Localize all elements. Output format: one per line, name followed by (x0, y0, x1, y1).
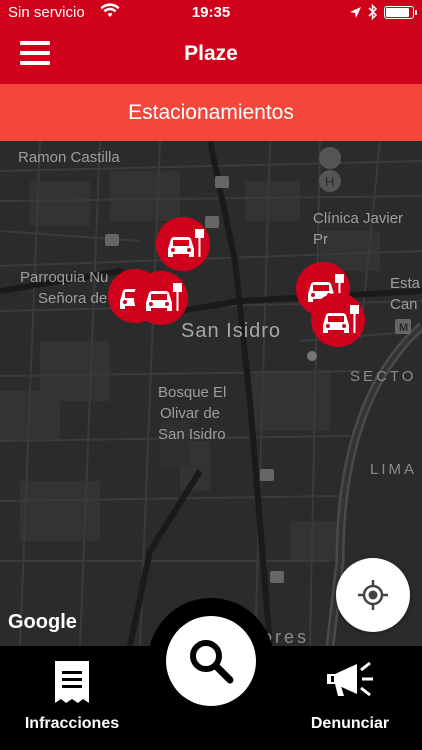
battery-fill (386, 7, 409, 17)
parking-marker[interactable] (156, 217, 210, 271)
map-view[interactable]: H Ramon Castilla Clínica Javier Pr Parro… (0, 141, 422, 646)
receipt-icon (55, 661, 89, 703)
location-arrow-icon (350, 6, 361, 18)
parking-car-marker-icon (323, 305, 359, 333)
crosshair-location-icon (358, 580, 388, 610)
map-label-estac-2: Can (390, 296, 418, 313)
map-label-sector: SECTO (350, 368, 417, 385)
map-label-san-isidro: San Isidro (181, 320, 282, 342)
app-header: Plaze (0, 26, 422, 84)
google-attribution: Google (8, 611, 77, 633)
parking-car-marker-icon (168, 229, 204, 257)
battery-icon (384, 5, 417, 19)
my-location-button[interactable] (336, 558, 410, 632)
map-label-parroquia-2: Señora de (38, 290, 108, 307)
tab-infracciones[interactable]: Infracciones (2, 646, 142, 750)
megaphone-icon (327, 661, 373, 697)
section-title: Estacionamientos (128, 101, 294, 124)
search-icon (190, 640, 234, 684)
bluetooth-icon (368, 4, 378, 20)
map-label-ramon-castilla: Ramon Castilla (18, 149, 120, 166)
tab-denunciar-label: Denunciar (310, 715, 390, 732)
metro-icon: M (399, 322, 409, 334)
map-label-bosque-3: San Isidro (158, 426, 226, 443)
status-bar: Sin servicio 19:35 (0, 0, 422, 26)
tab-infracciones-label: Infracciones (24, 715, 120, 732)
app-title: Plaze (184, 42, 238, 65)
tab-denunciar[interactable]: Denunciar (280, 646, 420, 750)
map-label-clinica: Clínica Javier Pr (313, 210, 404, 248)
map-label-lima: LIMA (370, 461, 418, 478)
parking-marker[interactable] (134, 271, 188, 325)
section-title-bar: Estacionamientos (0, 84, 422, 141)
map-label-bosque-2: Olivar de (160, 405, 221, 422)
parking-car-marker-icon (146, 283, 182, 311)
svg-text:H: H (325, 174, 334, 189)
map-label-estac-1: Esta (390, 275, 421, 292)
status-right (349, 4, 417, 20)
search-button[interactable] (166, 616, 256, 706)
map-label-bosque-1: Bosque El (158, 384, 227, 401)
map-label-parroquia-1: Parroquia Nu (20, 269, 109, 286)
parking-marker[interactable] (311, 293, 365, 347)
